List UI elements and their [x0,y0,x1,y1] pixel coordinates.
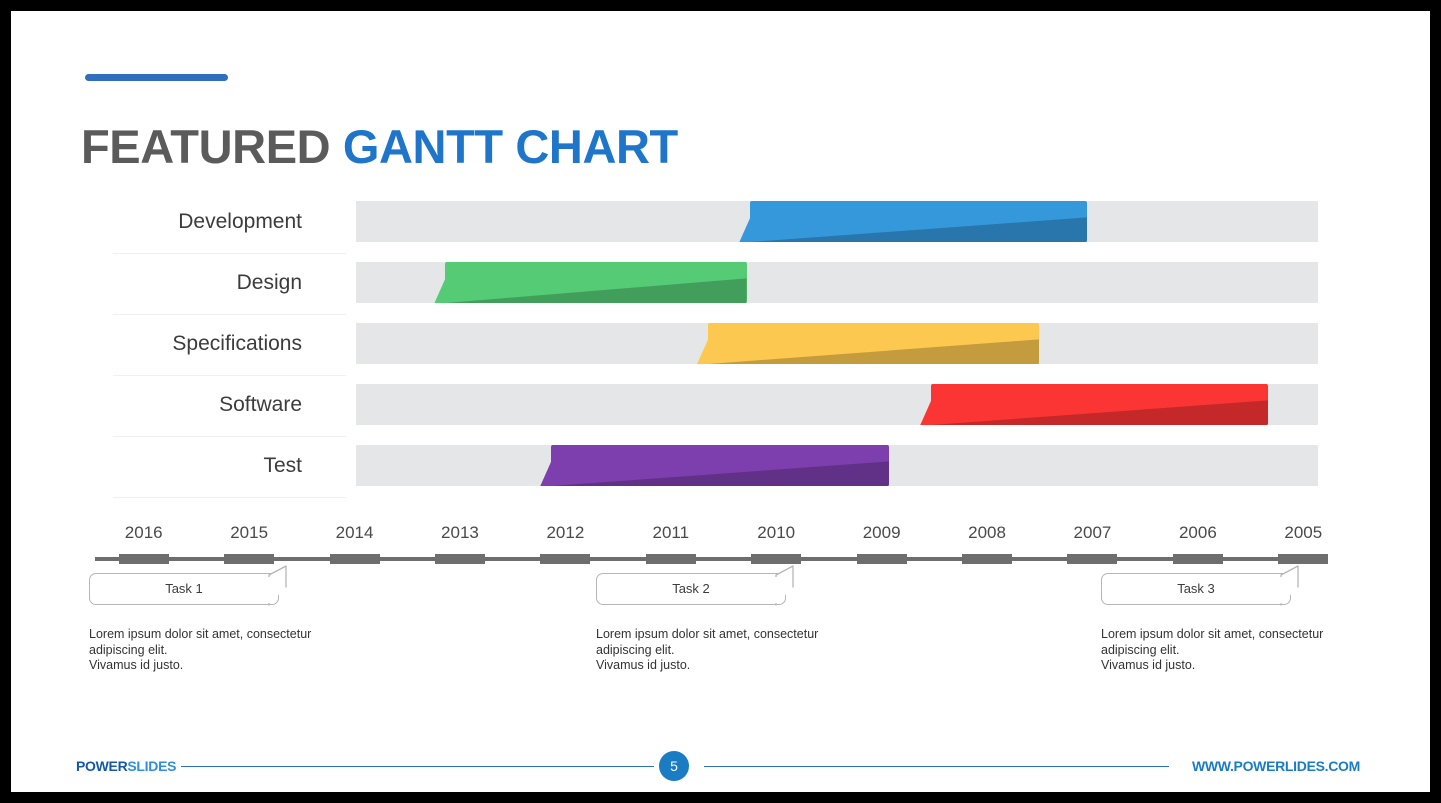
footer-divider-left [181,766,654,767]
gantt-bar[interactable] [697,323,1039,364]
task-callout-label: Task 1 [165,581,203,596]
gantt-bar-fill [551,445,889,486]
axis-tick-mark [1067,554,1118,564]
axis-tick-label: 2014 [335,523,374,542]
page-title-accent: GANTT CHART [342,120,678,174]
slide-footer: POWERSLIDES 5 WWW.POWERLIDES.COM [11,748,1430,792]
axis-tick-label: 2007 [1073,523,1112,542]
gantt-track [356,323,1318,364]
slide-canvas: FEATURED GANTT CHART Development Design Sp… [11,11,1430,792]
task-description: Lorem ipsum dolor sit amet, consectetur … [1101,627,1324,672]
axis-tick-label: 2010 [757,523,796,542]
axis-tick-mark [751,554,802,564]
axis-tick-mark [118,554,169,564]
task-callout-tail-icon [774,565,795,606]
gantt-bar-fill [708,323,1039,364]
gantt-row-label: Software [219,393,302,416]
task-callout-tail-icon [267,565,288,606]
title-accent-bar [85,74,228,81]
page-title: FEATURED GANTT CHART [81,120,678,174]
axis-line [95,557,1317,561]
gantt-row: Design [11,262,1430,323]
gantt-track [356,262,1318,303]
axis-tick-label: 2012 [546,523,585,542]
gantt-row-label: Test [263,454,302,477]
task-callout[interactable]: Task 3 [1101,565,1299,606]
task-block: Task 2 Lorem ipsum dolor sit amet, consec… [596,565,896,674]
gantt-bar[interactable] [540,445,889,486]
axis-tick-label: 2005 [1284,523,1323,542]
task-callout-tail-icon [1279,565,1300,606]
axis-tick-mark [1278,554,1329,564]
task-block: Task 3 Lorem ipsum dolor sit amet, consec… [1101,565,1401,674]
site-url[interactable]: WWW.POWERLIDES.COM [1192,758,1360,774]
task-callout-label: Task 2 [672,581,710,596]
gantt-bar[interactable] [920,384,1268,425]
gantt-row-separator [113,253,346,254]
task-description: Lorem ipsum dolor sit amet, consectetur … [89,627,312,672]
axis-tick-mark [962,554,1013,564]
axis-tick-labels: 2016 2015 2014 2013 2012 2011 2010 2009 2008 2007… [91,523,1356,549]
task-callout-label: Task 3 [1177,581,1215,596]
gantt-row: Development [11,201,1430,262]
axis-tick-label: 2016 [124,523,163,542]
gantt-row: Software [11,384,1430,445]
brand-part-power: POWER [76,758,128,774]
axis-tick-mark [434,554,485,564]
axis-tick-mark [540,554,591,564]
task-block: Task 1 Lorem ipsum dolor sit amet, consec… [89,565,389,674]
gantt-track [356,445,1318,486]
gantt-row-separator [113,375,346,376]
gantt-chart: Development Design Specifications Software T… [11,201,1430,506]
axis-tick-mark [224,554,275,564]
gantt-bar-fill [931,384,1268,425]
brand-part-slides: SLIDES [127,758,177,774]
axis-tick-label: 2013 [441,523,479,542]
footer-divider-right [704,766,1169,767]
gantt-row: Specifications [11,323,1430,384]
gantt-row-label: Design [236,271,302,294]
axis-tick-label: 2008 [968,523,1006,542]
axis-tick-mark [856,554,907,564]
task-description: Lorem ipsum dolor sit amet, consectetur … [596,627,819,672]
gantt-track [356,384,1318,425]
axis-tick-label: 2011 [652,523,690,542]
gantt-row-label: Development [178,210,302,233]
axis-tick-label: 2006 [1178,523,1217,542]
axis-tick-label: 2009 [862,523,901,542]
axis-tick-mark [1172,554,1223,564]
brand-logo: POWERSLIDES [76,758,176,774]
axis-tick-mark [329,554,380,564]
slide-frame: FEATURED GANTT CHART Development Design Sp… [0,0,1441,803]
gantt-bar-fill [445,262,747,303]
gantt-bar[interactable] [739,201,1088,242]
page-title-primary: FEATURED [81,120,343,174]
task-callout[interactable]: Task 1 [89,565,287,606]
timeline-axis: 2016 2015 2014 2013 2012 2011 2010 2009 2008 2007… [11,523,1430,578]
gantt-row: Test [11,445,1430,506]
gantt-bar-fill [750,201,1088,242]
page-number-badge: 5 [659,751,689,781]
gantt-row-separator [113,497,346,498]
axis-tick-label: 2015 [230,523,269,542]
gantt-track [356,201,1318,242]
gantt-row-separator [113,314,346,315]
gantt-row-label: Specifications [172,332,302,355]
task-callout[interactable]: Task 2 [596,565,794,606]
gantt-row-separator [113,436,346,437]
gantt-bar[interactable] [434,262,747,303]
axis-tick-mark [645,554,696,564]
